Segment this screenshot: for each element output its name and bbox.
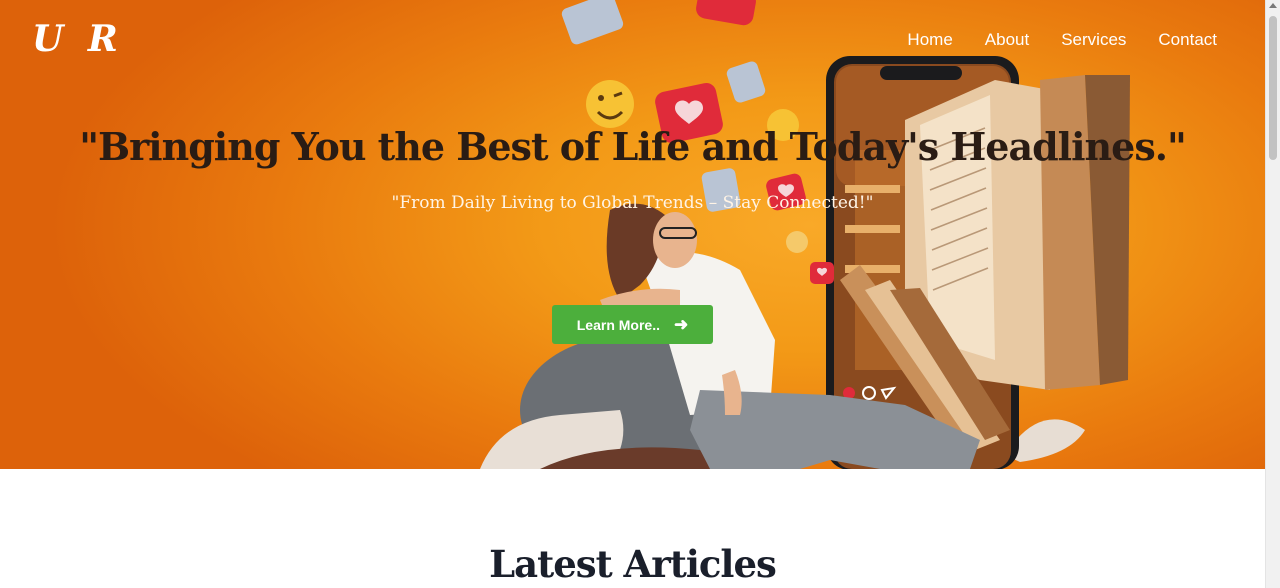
nav-services-link[interactable]: Services	[1061, 30, 1126, 50]
hero-subheadline: "From Daily Living to Global Trends – St…	[391, 193, 874, 213]
scroll-up-arrow-icon[interactable]	[1269, 3, 1277, 8]
nav-about-link[interactable]: About	[985, 30, 1029, 50]
scrollbar-thumb[interactable]	[1269, 16, 1277, 160]
page: U R Home About Services Contact "Bringin…	[0, 0, 1265, 588]
hero-section: U R Home About Services Contact "Bringin…	[0, 0, 1265, 469]
hero-illustration	[480, 0, 1130, 469]
nav-home-link[interactable]: Home	[907, 30, 952, 50]
learn-more-label: Learn More..	[576, 316, 660, 333]
main-nav: Home About Services Contact	[907, 30, 1217, 50]
latest-articles-heading: Latest Articles	[489, 542, 777, 586]
hero-headline: "Bringing You the Best of Life and Today…	[79, 124, 1187, 169]
site-logo[interactable]: U R	[32, 18, 124, 60]
arrow-right-icon: ➜	[674, 315, 689, 334]
page-scrollbar[interactable]	[1265, 0, 1280, 588]
nav-contact-link[interactable]: Contact	[1158, 30, 1217, 50]
learn-more-button[interactable]: Learn More.. ➜	[552, 305, 713, 344]
